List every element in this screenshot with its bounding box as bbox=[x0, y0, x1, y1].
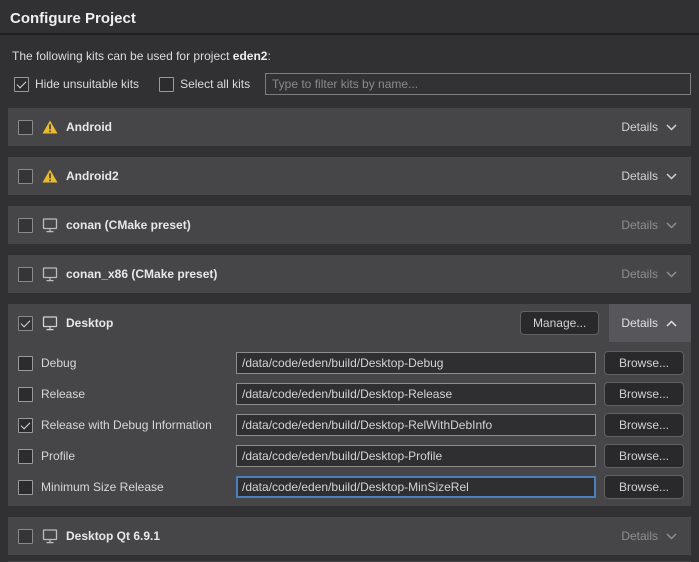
browse-button[interactable]: Browse... bbox=[604, 413, 684, 437]
kit-row-conan: conan (CMake preset) Details bbox=[8, 206, 691, 244]
browse-button[interactable]: Browse... bbox=[604, 475, 684, 499]
chevron-down-icon bbox=[666, 124, 677, 131]
manage-kits-button[interactable]: Manage... bbox=[520, 311, 599, 335]
config-label: Release with Debug Information bbox=[41, 418, 212, 432]
kit-name: Android2 bbox=[66, 169, 119, 183]
config-checkbox[interactable] bbox=[18, 356, 33, 371]
config-label: Release bbox=[41, 387, 85, 401]
kit-row-desktop-qt: Desktop Qt 6.9.1 Details bbox=[8, 517, 691, 555]
kit-row-android: Android Details bbox=[8, 108, 691, 146]
kit-name: conan (CMake preset) bbox=[66, 218, 191, 232]
description-text: The following kits can be used for proje… bbox=[12, 49, 233, 63]
config-label: Profile bbox=[41, 449, 75, 463]
kit-name: conan_x86 (CMake preset) bbox=[66, 267, 217, 281]
chevron-up-icon bbox=[666, 320, 677, 327]
build-config-row-minsizerel: Minimum Size Release Browse... bbox=[8, 476, 691, 498]
details-button[interactable]: Details bbox=[609, 157, 691, 195]
kit-name: Android bbox=[66, 120, 112, 134]
details-button[interactable]: Details bbox=[609, 517, 691, 555]
kit-row-desktop: Desktop Manage... Details Debug Browse..… bbox=[8, 304, 691, 506]
desktop-icon bbox=[42, 315, 58, 331]
build-config-row-debug: Debug Browse... bbox=[8, 352, 691, 374]
details-button[interactable]: Details bbox=[609, 206, 691, 244]
kit-checkbox[interactable] bbox=[18, 316, 33, 331]
kit-filter-controls: Hide unsuitable kits Select all kits bbox=[14, 73, 691, 95]
build-dir-input[interactable] bbox=[236, 445, 596, 467]
desktop-icon bbox=[42, 217, 58, 233]
build-dir-input-focused[interactable] bbox=[236, 476, 596, 498]
build-config-row-relwithdebinfo: Release with Debug Information Browse... bbox=[8, 414, 691, 436]
kit-row-android2: Android2 Details bbox=[8, 157, 691, 195]
config-checkbox[interactable] bbox=[18, 387, 33, 402]
warning-icon bbox=[42, 169, 58, 183]
browse-button[interactable]: Browse... bbox=[604, 351, 684, 375]
kit-name: Desktop Qt 6.9.1 bbox=[66, 529, 160, 543]
kit-row-conan-x86: conan_x86 (CMake preset) Details bbox=[8, 255, 691, 293]
config-checkbox[interactable] bbox=[18, 418, 33, 433]
details-button[interactable]: Details bbox=[609, 108, 691, 146]
build-dir-input[interactable] bbox=[236, 352, 596, 374]
page-title: Configure Project bbox=[10, 10, 689, 27]
config-checkbox[interactable] bbox=[18, 449, 33, 464]
kit-filter-input[interactable] bbox=[265, 73, 691, 95]
warning-icon bbox=[42, 120, 58, 134]
config-label: Minimum Size Release bbox=[41, 480, 164, 494]
title-divider bbox=[0, 33, 699, 35]
hide-unsuitable-kits-checkbox[interactable] bbox=[14, 77, 29, 92]
build-dir-input[interactable] bbox=[236, 414, 596, 436]
project-name: eden2 bbox=[233, 49, 268, 63]
chevron-down-icon bbox=[666, 173, 677, 180]
kits-description: The following kits can be used for proje… bbox=[12, 49, 687, 63]
browse-button[interactable]: Browse... bbox=[604, 382, 684, 406]
desktop-icon bbox=[42, 528, 58, 544]
build-config-row-profile: Profile Browse... bbox=[8, 445, 691, 467]
hide-unsuitable-kits-label: Hide unsuitable kits bbox=[35, 77, 139, 91]
browse-button[interactable]: Browse... bbox=[604, 444, 684, 468]
kit-checkbox[interactable] bbox=[18, 267, 33, 282]
select-all-kits-checkbox[interactable] bbox=[159, 77, 174, 92]
chevron-down-icon bbox=[666, 222, 677, 229]
config-checkbox[interactable] bbox=[18, 480, 33, 495]
details-button[interactable]: Details bbox=[609, 304, 691, 342]
config-label: Debug bbox=[41, 356, 76, 370]
chevron-down-icon bbox=[666, 271, 677, 278]
details-button[interactable]: Details bbox=[609, 255, 691, 293]
select-all-kits-label: Select all kits bbox=[180, 77, 250, 91]
build-config-row-release: Release Browse... bbox=[8, 383, 691, 405]
kit-checkbox[interactable] bbox=[18, 529, 33, 544]
kit-list: Android Details Android2 Details bbox=[0, 108, 699, 562]
desktop-icon bbox=[42, 266, 58, 282]
chevron-down-icon bbox=[666, 533, 677, 540]
kit-checkbox[interactable] bbox=[18, 120, 33, 135]
build-config-list: Debug Browse... Release Browse... Releas… bbox=[8, 342, 691, 506]
kit-checkbox[interactable] bbox=[18, 218, 33, 233]
build-dir-input[interactable] bbox=[236, 383, 596, 405]
kit-name: Desktop bbox=[66, 316, 113, 330]
kit-checkbox[interactable] bbox=[18, 169, 33, 184]
